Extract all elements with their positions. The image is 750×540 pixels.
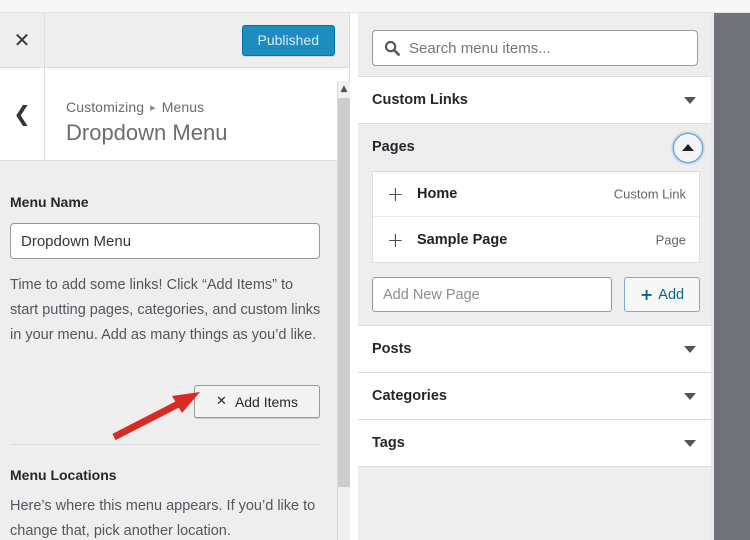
customizer-body: Menu Name Time to add some links! Click … <box>0 161 337 540</box>
site-preview-area <box>714 13 750 540</box>
add-button-label: Add <box>658 286 685 303</box>
plus-icon: + <box>387 227 404 252</box>
available-menu-items-panel: Search menu items... Custom Links Pages <box>358 13 714 540</box>
accordion-section-custom-links: Custom Links <box>358 77 714 124</box>
browser-top-strip <box>0 0 750 13</box>
accordion-title: Posts <box>372 341 412 357</box>
chevron-down-icon[interactable] <box>680 433 700 453</box>
menu-name-input[interactable] <box>10 223 320 259</box>
add-items-button[interactable]: ✕ Add Items <box>194 385 320 418</box>
list-item-name: Sample Page <box>417 231 508 248</box>
breadcrumb-root: Customizing <box>66 99 145 115</box>
breadcrumb-current: Menus <box>161 99 205 115</box>
search-bar-region: Search menu items... <box>358 13 714 77</box>
chevron-down-icon[interactable] <box>680 90 700 110</box>
list-item-type: Custom Link <box>613 186 686 202</box>
search-box[interactable]: Search menu items... <box>372 30 698 66</box>
accordion-title: Tags <box>372 435 405 451</box>
items-panel-scrollbar[interactable] <box>711 13 714 540</box>
section-divider <box>10 444 320 445</box>
accordion-section-pages: Pages + Home Custom Link + Sample Page P… <box>358 124 714 326</box>
accordion-header-tags[interactable]: Tags <box>358 420 714 467</box>
add-new-page-row: + Add <box>372 277 700 312</box>
plus-icon: + <box>387 182 404 206</box>
add-new-page-button[interactable]: + Add <box>624 277 700 312</box>
list-item[interactable]: + Sample Page Page <box>373 217 699 262</box>
menu-locations-text: Here’s where this menu appears. If you’d… <box>10 498 316 539</box>
menu-locations-title: Menu Locations <box>10 467 117 483</box>
customizer-header: ✕ Published <box>0 13 349 68</box>
breadcrumb: Customizing ▸ Menus <box>66 99 204 115</box>
add-items-button-label: Add Items <box>234 393 298 410</box>
chevron-up-icon: ▲ <box>340 83 348 94</box>
list-item[interactable]: + Home Custom Link <box>373 172 699 217</box>
accordion-header-custom-links[interactable]: Custom Links <box>358 77 714 124</box>
customizer-titlebar: ❮ Customizing ▸ Menus Dropdown Menu <box>0 68 349 161</box>
list-item-name: Home <box>417 186 458 202</box>
page-title: Dropdown Menu <box>66 120 228 145</box>
breadcrumb-separator-icon: ▸ <box>150 102 156 114</box>
item-type-accordion: Custom Links Pages + Home Custom Link + … <box>358 77 714 467</box>
chevron-up-icon[interactable] <box>673 132 703 163</box>
accordion-header-categories[interactable]: Categories <box>358 373 714 420</box>
publish-button-label: Published <box>257 32 320 48</box>
menu-name-label: Menu Name <box>10 194 89 210</box>
available-items-list: + Home Custom Link + Sample Page Page <box>372 171 700 263</box>
accordion-section-categories: Categories <box>358 373 714 420</box>
accordion-body-pages: + Home Custom Link + Sample Page Page Ad… <box>358 171 714 326</box>
publish-button[interactable]: Published <box>241 25 335 56</box>
customizer-screen: ✕ Published ❮ Customizing ▸ Menus Dropdown… <box>0 0 750 540</box>
customizer-scrollbar[interactable]: ▲ <box>337 81 350 540</box>
search-icon <box>384 40 400 56</box>
accordion-section-posts: Posts <box>358 326 714 373</box>
search-input-placeholder: Search menu items... <box>409 39 551 57</box>
close-x-icon: ✕ <box>216 394 227 409</box>
accordion-title: Pages <box>372 139 415 155</box>
accordion-section-tags: Tags <box>358 420 714 467</box>
chevron-down-icon[interactable] <box>680 339 700 359</box>
accordion-header-pages[interactable]: Pages <box>358 124 714 171</box>
menu-helper-text: Time to add some links! Click “Add Items… <box>10 277 321 343</box>
accordion-title: Categories <box>372 388 447 404</box>
chevron-down-icon[interactable] <box>680 386 700 406</box>
accordion-title: Custom Links <box>372 92 468 108</box>
close-x-icon: ✕ <box>13 28 31 52</box>
back-button[interactable]: ❮ <box>0 68 45 160</box>
scrollbar-thumb[interactable] <box>338 98 350 487</box>
add-new-page-input[interactable] <box>372 277 612 312</box>
accordion-header-posts[interactable]: Posts <box>358 326 714 373</box>
customizer-sidebar: ✕ Published ❮ Customizing ▸ Menus Dropdown… <box>0 13 350 540</box>
scrollbar-up-button[interactable]: ▲ <box>338 81 350 97</box>
plus-icon: + <box>639 284 654 304</box>
close-customizer-button[interactable]: ✕ <box>0 13 45 67</box>
chevron-left-icon: ❮ <box>13 101 31 126</box>
list-item-type: Page <box>655 232 686 247</box>
